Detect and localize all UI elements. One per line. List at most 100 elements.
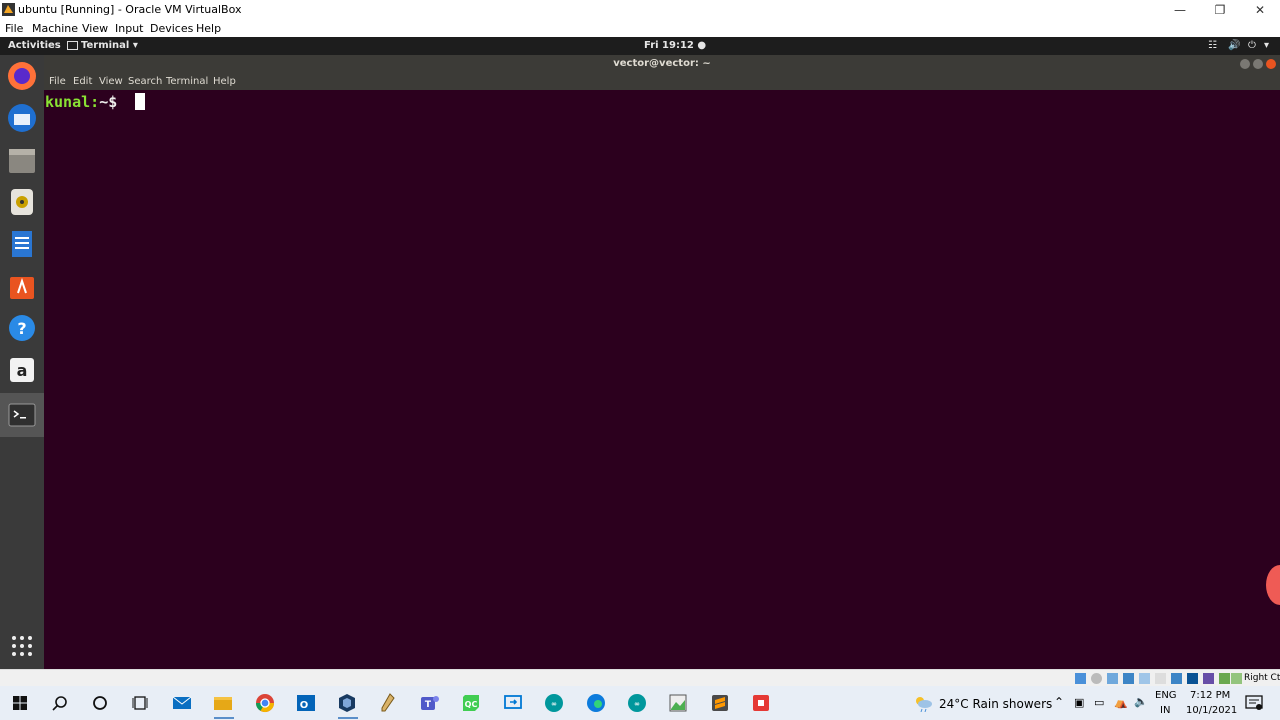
virtualbox-taskbar-icon[interactable] — [336, 692, 358, 714]
cortana-icon[interactable] — [89, 692, 111, 714]
hard-disk-icon[interactable] — [1075, 673, 1086, 684]
recording-icon[interactable] — [1187, 673, 1198, 684]
network-adapter-icon[interactable] — [1123, 673, 1134, 684]
weather-text[interactable]: 24°C Rain showers — [939, 697, 1052, 711]
terminal-minimize-button[interactable] — [1240, 59, 1250, 69]
remote-desktop-icon[interactable] — [502, 692, 524, 714]
close-button[interactable]: ✕ — [1240, 0, 1280, 20]
vbox-menu-help[interactable]: Help — [196, 22, 221, 35]
teams-icon[interactable]: T — [419, 692, 441, 714]
restore-button[interactable]: ❐ — [1200, 0, 1240, 20]
writer-icon[interactable] — [5, 227, 39, 261]
show-hidden-icons-icon[interactable]: ⌃ — [1054, 695, 1064, 709]
network-icon[interactable]: ☷ — [1208, 40, 1217, 51]
speaker-icon[interactable]: 🔈 — [1134, 695, 1148, 708]
svg-text:∞: ∞ — [634, 700, 640, 708]
battery-icon[interactable]: ▭ — [1094, 696, 1104, 709]
screen-recorder-icon[interactable] — [750, 692, 772, 714]
terminal-menu-edit[interactable]: Edit — [73, 76, 92, 87]
window-title: ubuntu [Running] - Oracle VM VirtualBox — [18, 3, 242, 16]
windows-taskbar: O T QC ∞ ∞ 24°C Rain showers ⌃ ▣ ▭ ⛺ 🔈 E… — [0, 686, 1280, 720]
show-apps-icon[interactable] — [5, 629, 39, 663]
start-icon[interactable] — [9, 692, 31, 714]
svg-text:∞: ∞ — [551, 700, 557, 708]
keyboard-icon[interactable] — [1231, 673, 1242, 684]
vbox-menu-bar: File Machine View Input Devices Help — [0, 20, 1280, 37]
optical-drive-icon[interactable] — [1091, 673, 1102, 684]
weather-icon[interactable] — [912, 694, 934, 712]
gnome-top-bar: Activities Terminal ▾ Fri 19:12 ● ☷ 🔊 ⏻ … — [0, 37, 1280, 55]
wifi-icon[interactable]: ⛺ — [1114, 696, 1128, 709]
terminal-menu-terminal[interactable]: Terminal — [166, 76, 208, 87]
vbox-menu-devices[interactable]: Devices — [150, 22, 193, 35]
files-icon[interactable] — [5, 143, 39, 177]
vbox-status-bar: Right Ctrl — [0, 669, 1280, 687]
vbox-menu-input[interactable]: Input — [115, 22, 143, 35]
prompt-user: kunal: — [45, 93, 100, 111]
vbox-menu-file[interactable]: File — [5, 22, 23, 35]
pen-tool-icon[interactable] — [377, 692, 399, 714]
chrome-icon[interactable] — [254, 692, 276, 714]
vt-x-icon[interactable] — [1203, 673, 1214, 684]
taskbar-time[interactable]: 7:12 PM — [1190, 690, 1230, 701]
rhythmbox-icon[interactable] — [5, 185, 39, 219]
virtualbox-running-indicator — [338, 717, 358, 719]
terminal-header: vector@vector: ~ File Edit View Search T… — [44, 55, 1280, 90]
language-top[interactable]: ENG — [1155, 690, 1177, 701]
clock[interactable]: Fri 19:12 ● — [644, 40, 706, 51]
system-menu-arrow-icon[interactable]: ▾ — [1264, 40, 1269, 51]
activities-button[interactable]: Activities — [8, 40, 61, 51]
minimize-button[interactable]: — — [1160, 0, 1200, 20]
meet-now-icon[interactable]: ▣ — [1074, 696, 1084, 709]
display-icon[interactable] — [1171, 673, 1182, 684]
arduino-2-icon[interactable]: ∞ — [626, 692, 648, 714]
terminal-menu-help[interactable]: Help — [213, 76, 236, 87]
software-icon[interactable] — [5, 269, 39, 303]
help-icon[interactable]: ? — [5, 311, 39, 345]
shell-prompt: kunal:~$ — [45, 93, 117, 111]
language-bottom[interactable]: IN — [1160, 705, 1170, 716]
task-view-icon[interactable] — [129, 692, 151, 714]
app-menu-terminal[interactable]: Terminal ▾ — [81, 40, 138, 51]
edge-icon[interactable] — [585, 692, 607, 714]
search-icon[interactable] — [49, 692, 71, 714]
vbox-title-bar: ubuntu [Running] - Oracle VM VirtualBox … — [0, 0, 1280, 20]
guest-display[interactable]: Activities Terminal ▾ Fri 19:12 ● ☷ 🔊 ⏻ … — [0, 37, 1280, 669]
sublime-icon[interactable] — [709, 692, 731, 714]
terminal-icon[interactable] — [5, 398, 39, 432]
terminal-menu-file[interactable]: File — [49, 76, 66, 87]
terminal-title: vector@vector: ~ — [613, 58, 711, 69]
host-key-label: Right Ctrl — [1244, 673, 1280, 683]
power-icon[interactable]: ⏻ — [1248, 40, 1256, 51]
volume-icon[interactable]: 🔊 — [1228, 40, 1240, 51]
svg-text:O: O — [300, 700, 309, 711]
file-explorer-icon[interactable] — [212, 692, 234, 714]
outlook-icon[interactable]: O — [295, 692, 317, 714]
image-editor-icon[interactable] — [667, 692, 689, 714]
terminal-menu-view[interactable]: View — [99, 76, 123, 87]
prompt-path: ~$ — [99, 93, 118, 111]
amazon-icon[interactable]: a — [5, 353, 39, 387]
shared-folders-icon[interactable] — [1155, 673, 1166, 684]
svg-text:T: T — [425, 700, 432, 710]
terminal-close-button[interactable] — [1266, 59, 1276, 69]
mail-icon[interactable] — [171, 692, 193, 714]
thunderbird-icon[interactable] — [5, 101, 39, 135]
ubuntu-dock: ? a — [0, 55, 44, 669]
usb-icon[interactable] — [1139, 673, 1150, 684]
vbox-menu-machine[interactable]: Machine — [32, 22, 78, 35]
mouse-integration-icon[interactable] — [1219, 673, 1230, 684]
terminal-cursor — [135, 93, 145, 110]
terminal-body[interactable]: kunal:~$ — [44, 90, 1280, 669]
vbox-menu-view[interactable]: View — [82, 22, 108, 35]
audio-icon[interactable] — [1107, 673, 1118, 684]
qt-creator-icon[interactable]: QC — [460, 692, 482, 714]
arduino-icon[interactable]: ∞ — [543, 692, 565, 714]
firefox-icon[interactable] — [5, 59, 39, 93]
taskbar-date[interactable]: 10/1/2021 — [1186, 705, 1237, 716]
notifications-icon[interactable] — [1245, 695, 1263, 711]
terminal-menu-search[interactable]: Search — [128, 76, 162, 87]
terminal-maximize-button[interactable] — [1253, 59, 1263, 69]
virtualbox-app-icon — [2, 3, 15, 16]
svg-text:QC: QC — [465, 700, 478, 709]
